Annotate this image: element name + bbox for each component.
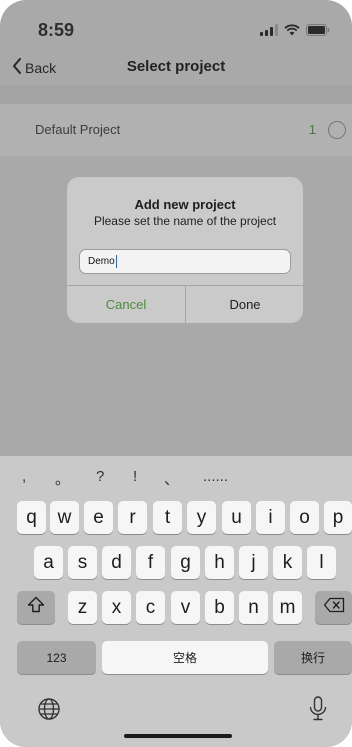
globe-icon[interactable] — [37, 697, 61, 726]
navigation-bar: Back Select project — [0, 52, 352, 84]
battery-icon — [306, 24, 330, 36]
candidate-comma[interactable]: , — [22, 468, 26, 485]
key-z[interactable]: z — [68, 591, 97, 624]
key-c[interactable]: c — [136, 591, 165, 624]
status-time: 8:59 — [38, 20, 75, 40]
key-x[interactable]: x — [102, 591, 131, 624]
candidate-exclaim[interactable]: ! — [133, 468, 137, 485]
key-i[interactable]: i — [256, 501, 285, 534]
signal-icon — [260, 24, 278, 36]
key-a[interactable]: a — [34, 546, 63, 579]
page-title: Select project — [126, 58, 226, 75]
phone-screen: 8:59 Back Select project Default Project… — [0, 0, 352, 747]
done-button[interactable]: Done — [186, 286, 303, 323]
key-d[interactable]: d — [102, 546, 131, 579]
candidate-comma-cjk[interactable]: 、 — [164, 468, 179, 489]
project-count: 1 — [308, 122, 316, 137]
delete-key[interactable] — [315, 591, 352, 624]
key-p[interactable]: p — [324, 501, 352, 534]
key-t[interactable]: t — [153, 501, 182, 534]
key-f[interactable]: f — [136, 546, 165, 579]
home-indicator — [124, 734, 232, 738]
microphone-icon[interactable] — [308, 696, 328, 727]
key-j[interactable]: j — [239, 546, 268, 579]
text-caret — [115, 255, 118, 268]
dialog-title: Add new project — [134, 197, 236, 212]
space-key[interactable]: 空格 — [102, 641, 268, 674]
dialog-message: Please set the name of the project — [93, 214, 277, 228]
project-list-item[interactable]: Default Project 1 — [0, 104, 352, 156]
key-g[interactable]: g — [171, 546, 200, 579]
key-s[interactable]: s — [68, 546, 97, 579]
candidate-ellipsis[interactable]: ...... — [203, 468, 228, 485]
project-name: Default Project — [35, 122, 121, 137]
key-e[interactable]: e — [84, 501, 113, 534]
project-name-input-value: Demo — [88, 256, 115, 267]
candidate-question[interactable]: ? — [96, 468, 104, 485]
delete-icon — [323, 597, 345, 619]
return-key[interactable]: 换行 — [274, 641, 352, 674]
key-l[interactable]: l — [307, 546, 336, 579]
key-q[interactable]: q — [17, 501, 46, 534]
status-bar: 8:59 — [0, 0, 352, 56]
key-u[interactable]: u — [222, 501, 251, 534]
project-name-input[interactable]: Demo — [79, 249, 291, 274]
shift-key[interactable] — [17, 591, 55, 624]
key-k[interactable]: k — [273, 546, 302, 579]
cancel-button[interactable]: Cancel — [67, 286, 185, 323]
key-y[interactable]: y — [187, 501, 216, 534]
key-b[interactable]: b — [205, 591, 234, 624]
key-w[interactable]: w — [50, 501, 79, 534]
wifi-icon — [284, 24, 300, 36]
key-o[interactable]: o — [290, 501, 319, 534]
list-section-gap — [0, 86, 352, 104]
key-m[interactable]: m — [273, 591, 302, 624]
status-icons — [260, 24, 330, 36]
radio-button[interactable] — [328, 121, 346, 139]
candidate-period[interactable]: 。 — [55, 468, 70, 489]
key-v[interactable]: v — [171, 591, 200, 624]
key-n[interactable]: n — [239, 591, 268, 624]
key-r[interactable]: r — [118, 501, 147, 534]
add-project-dialog: Add new project Please set the name of t… — [67, 177, 303, 323]
key-h[interactable]: h — [205, 546, 234, 579]
shift-icon — [27, 596, 45, 619]
numbers-key[interactable]: 123 — [17, 641, 96, 674]
